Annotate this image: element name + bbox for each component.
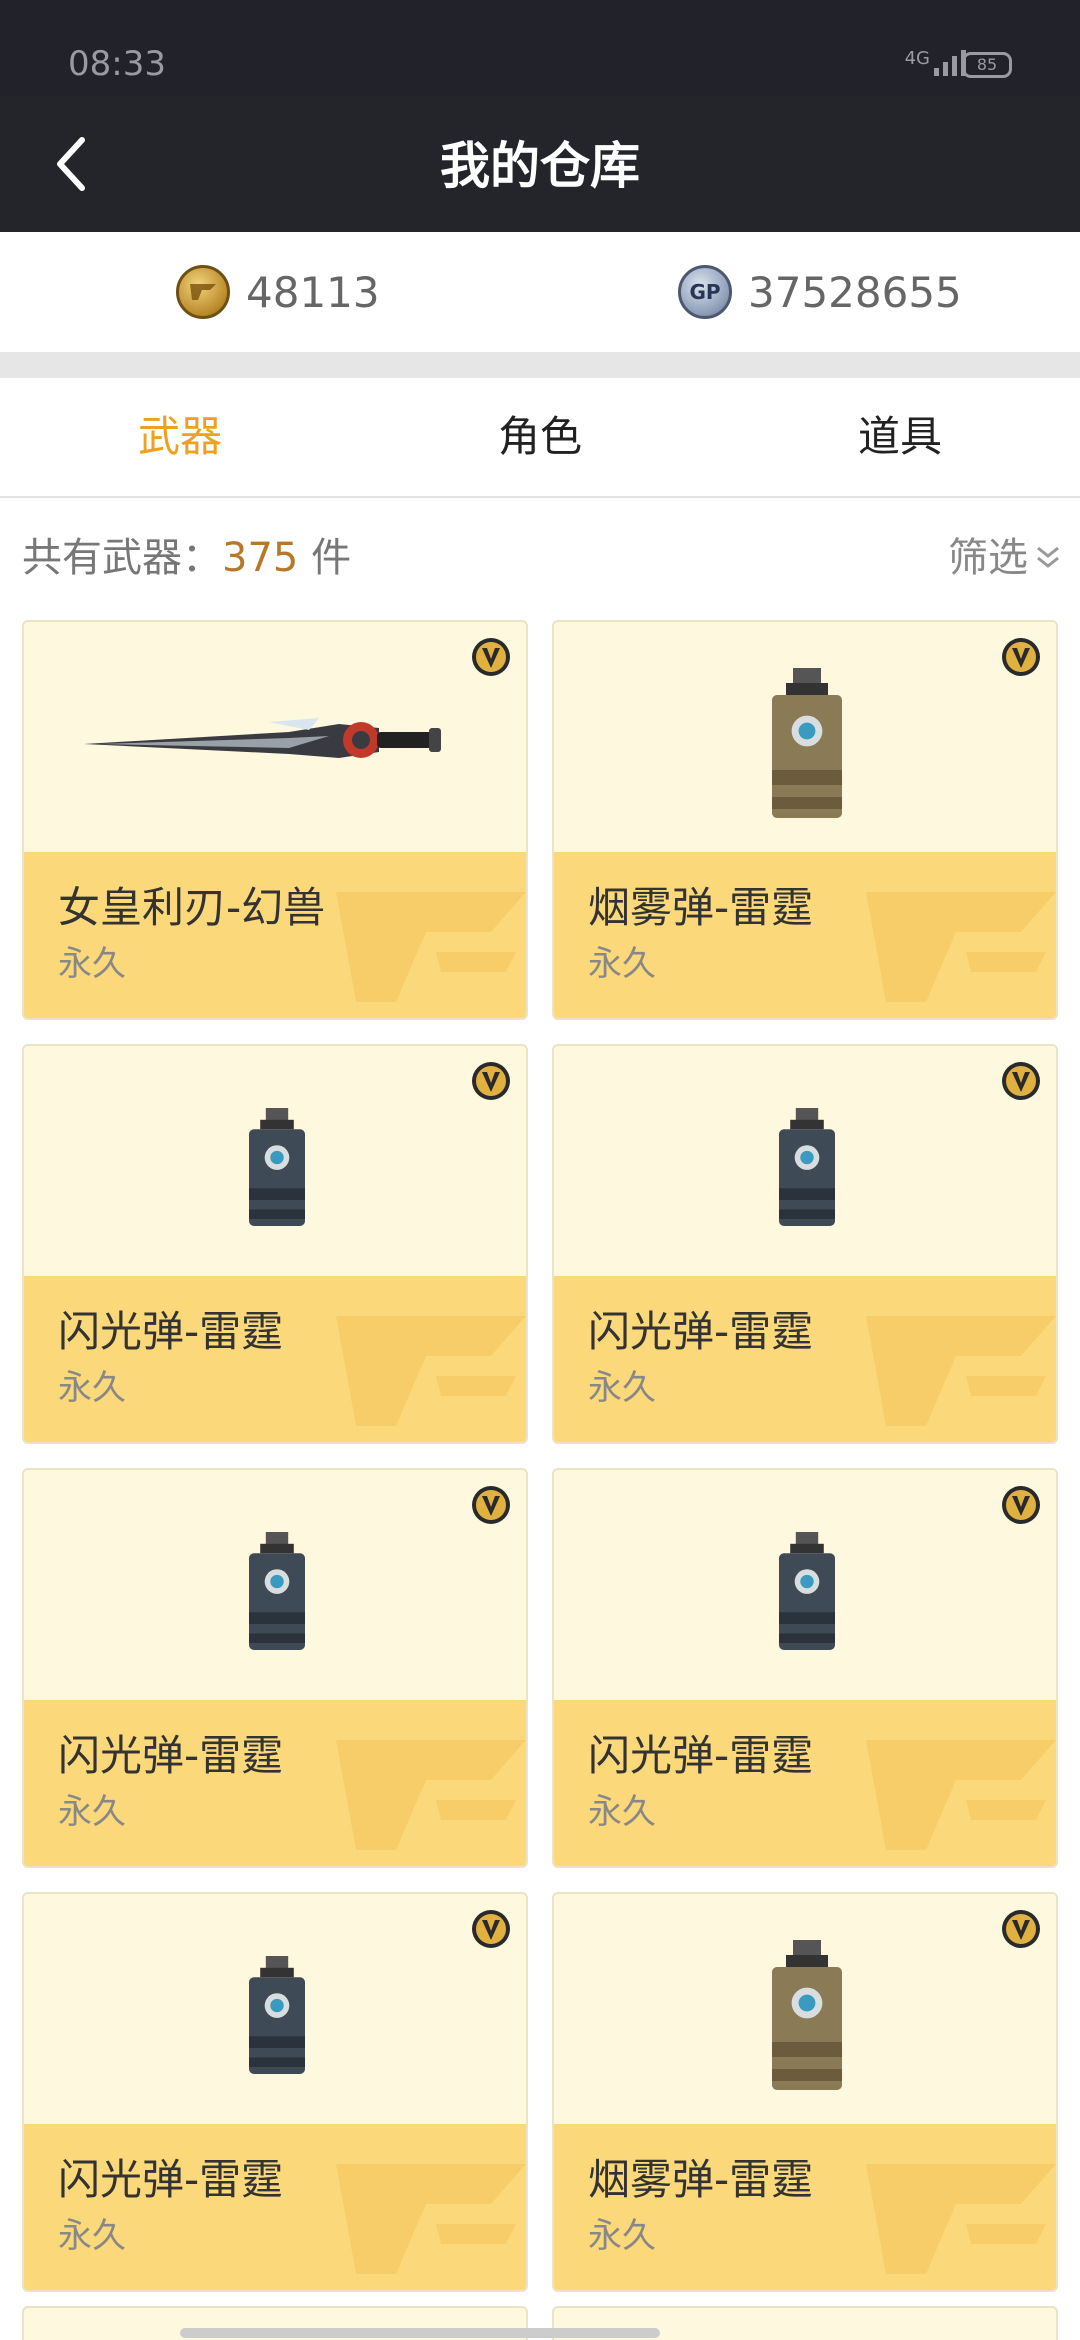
item-image xyxy=(24,1470,526,1700)
network-label: 4G xyxy=(904,48,930,69)
section-divider xyxy=(0,352,1080,378)
double-chevron-down-icon xyxy=(1037,546,1059,568)
item-duration: 永久 xyxy=(58,1792,126,1832)
status-time: 08:33 xyxy=(68,44,166,84)
item-info: 烟雾弹-雷霆永久 xyxy=(554,2124,1056,2290)
flash-grenade-icon xyxy=(249,1956,305,2074)
smoke-grenade-icon xyxy=(772,668,842,818)
cf-watermark-icon xyxy=(866,2164,1056,2274)
gp-points-value: 37528655 xyxy=(748,267,962,317)
vip-badge-icon xyxy=(1002,1062,1040,1100)
flash-grenade-icon xyxy=(779,1532,835,1650)
weapon-count-suffix: 件 xyxy=(298,535,352,581)
item-name: 闪光弹-雷霆 xyxy=(58,1307,284,1356)
item-duration: 永久 xyxy=(58,1368,126,1408)
item-duration: 永久 xyxy=(588,1368,656,1408)
item-image xyxy=(554,622,1056,852)
page-title: 我的仓库 xyxy=(440,137,640,195)
item-info: 闪光弹-雷霆永久 xyxy=(24,2124,526,2290)
item-info: 闪光弹-雷霆永久 xyxy=(554,1276,1056,1442)
list-item[interactable]: 烟雾弹-雷霆永久 xyxy=(552,620,1058,1020)
vip-badge-icon xyxy=(472,1062,510,1100)
item-name: 闪光弹-雷霆 xyxy=(58,2155,284,2204)
flash-grenade-icon xyxy=(249,1108,305,1226)
item-info: 闪光弹-雷霆永久 xyxy=(24,1700,526,1866)
item-image xyxy=(554,1046,1056,1276)
list-item[interactable]: 闪光弹-雷霆永久 xyxy=(22,1468,528,1868)
gp-points: GP 37528655 xyxy=(678,260,962,324)
vip-badge-icon xyxy=(472,1910,510,1948)
item-name: 烟雾弹-雷霆 xyxy=(588,883,814,932)
cf-watermark-icon xyxy=(336,1316,526,1426)
item-duration: 永久 xyxy=(588,2216,656,2256)
cf-points-value: 48113 xyxy=(246,267,380,317)
filter-button[interactable]: 筛选 xyxy=(948,530,1062,586)
weapon-count-prefix: 共有武器： xyxy=(22,535,222,581)
item-name: 闪光弹-雷霆 xyxy=(588,1307,814,1356)
list-item[interactable]: 闪光弹-雷霆永久 xyxy=(22,1892,528,2292)
item-name: 女皇利刃-幻兽 xyxy=(58,883,326,932)
vip-badge-icon xyxy=(1002,638,1040,676)
item-image xyxy=(554,1470,1056,1700)
filter-label: 筛选 xyxy=(948,535,1028,581)
item-duration: 永久 xyxy=(58,944,126,984)
header-bar: 我的仓库 xyxy=(0,96,1080,232)
weapon-count: 共有武器：375 件 xyxy=(22,530,351,586)
cf-watermark-icon xyxy=(866,1740,1056,1850)
flash-grenade-icon xyxy=(249,1532,305,1650)
item-name: 闪光弹-雷霆 xyxy=(588,1731,814,1780)
cf-watermark-icon xyxy=(866,892,1056,1002)
item-duration: 永久 xyxy=(58,2216,126,2256)
list-item[interactable]: 闪光弹-雷霆永久 xyxy=(552,1044,1058,1444)
list-item[interactable]: 烟雾弹-雷霆永久 xyxy=(552,1892,1058,2292)
item-name: 闪光弹-雷霆 xyxy=(58,1731,284,1780)
list-item[interactable]: 闪光弹-雷霆永久 xyxy=(552,1468,1058,1868)
item-image xyxy=(24,1046,526,1276)
tab-props[interactable]: 道具 xyxy=(720,378,1080,496)
vip-badge-icon xyxy=(472,1486,510,1524)
gp-coin-icon: GP xyxy=(678,265,732,319)
vip-badge-icon xyxy=(472,638,510,676)
vip-badge-icon xyxy=(1002,1486,1040,1524)
weapon-count-number: 375 xyxy=(222,535,299,581)
list-item[interactable]: 女皇利刃-幻兽永久 xyxy=(22,620,528,1020)
cf-watermark-icon xyxy=(336,892,526,1002)
cf-watermark-icon xyxy=(336,2164,526,2274)
sword-icon xyxy=(84,718,441,758)
item-info: 女皇利刃-幻兽永久 xyxy=(24,852,526,1018)
item-duration: 永久 xyxy=(588,944,656,984)
vip-badge-icon xyxy=(1002,1910,1040,1948)
tab-characters[interactable]: 角色 xyxy=(360,378,720,496)
currency-bar: 48113 GP 37528655 xyxy=(0,232,1080,352)
home-indicator xyxy=(180,2328,660,2338)
list-item[interactable]: 闪光弹-雷霆永久 xyxy=(22,1044,528,1444)
category-tabs: 武器 角色 道具 xyxy=(0,378,1080,498)
item-name: 烟雾弹-雷霆 xyxy=(588,2155,814,2204)
flash-grenade-icon xyxy=(779,1108,835,1226)
item-info: 闪光弹-雷霆永久 xyxy=(24,1276,526,1442)
cf-points: 48113 xyxy=(176,260,380,324)
battery-icon: 85 xyxy=(962,52,1012,78)
tab-weapons[interactable]: 武器 xyxy=(0,378,360,496)
cf-watermark-icon xyxy=(336,1740,526,1850)
item-info: 烟雾弹-雷霆永久 xyxy=(554,852,1056,1018)
summary-row: 共有武器：375 件 筛选 xyxy=(0,500,1080,616)
item-image xyxy=(24,1894,526,2124)
item-duration: 永久 xyxy=(588,1792,656,1832)
cf-coin-icon xyxy=(176,265,230,319)
cf-watermark-icon xyxy=(866,1316,1056,1426)
smoke-grenade-icon xyxy=(772,1940,842,2090)
item-image xyxy=(24,622,526,852)
item-image xyxy=(554,1894,1056,2124)
item-info: 闪光弹-雷霆永久 xyxy=(554,1700,1056,1866)
status-bar: 08:33 4G 85 xyxy=(0,0,1080,96)
